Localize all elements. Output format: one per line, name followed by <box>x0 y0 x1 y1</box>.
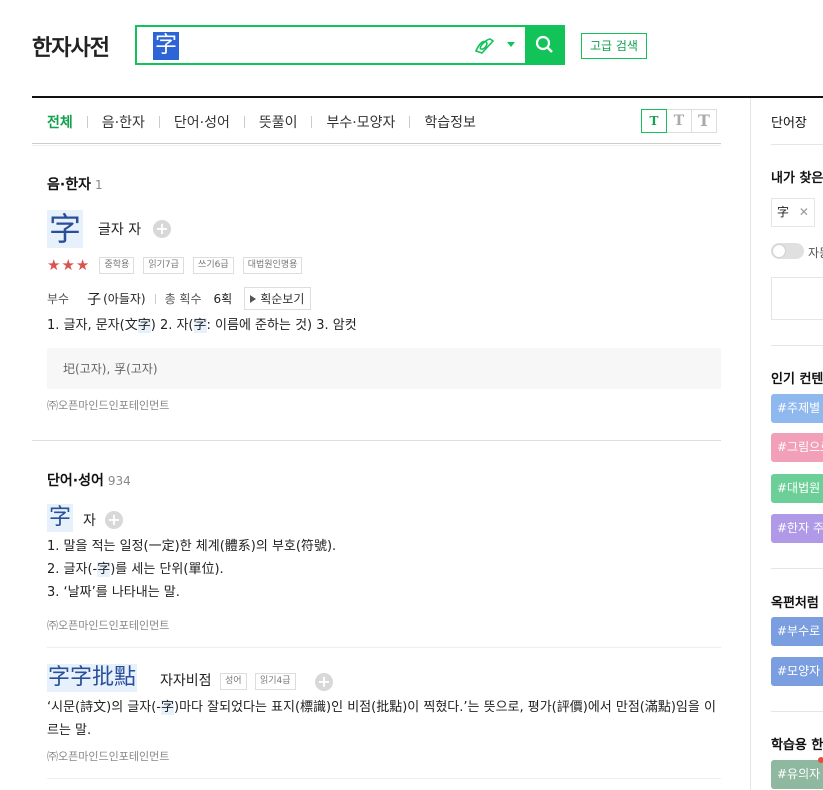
font-size-small-button[interactable]: T <box>641 109 667 133</box>
recent-list-box <box>771 277 823 320</box>
tag-link[interactable]: #한자 주 <box>771 514 823 543</box>
tab-all[interactable]: 전체 <box>47 112 73 132</box>
tab-radical-shape[interactable]: 부수·모양자 <box>326 112 395 132</box>
search-button[interactable] <box>525 25 565 65</box>
tab-sound-hanja[interactable]: 음·한자 <box>102 112 145 132</box>
font-size-medium-button[interactable]: T <box>666 109 692 133</box>
handwriting-icon[interactable] <box>473 36 497 56</box>
add-wordbook-button[interactable]: + <box>315 673 333 691</box>
hanja-meaning: 1. 글자, 문자(文字) 2. 자(字: 이름에 준하는 것) 3. 암컷 <box>47 318 357 333</box>
tag-link[interactable]: #모양자 <box>771 657 823 686</box>
tag-link[interactable]: #유의자 <box>771 760 823 789</box>
word-definition: 1. 말을 적는 일정(一定)한 체계(體系)의 부호(符號). 2. 글자(-… <box>47 539 337 600</box>
section-title-hanja: 음·한자 1 <box>47 177 103 193</box>
idiom-badge: 성어 <box>219 672 247 690</box>
search-box[interactable]: 字 <box>135 25 565 65</box>
radical-row: 부수 子 (아들자) 총 획수 6획 획순보기 <box>47 287 312 310</box>
new-dot <box>818 757 823 763</box>
chevron-down-icon[interactable] <box>507 42 515 47</box>
result-count: 1 <box>94 178 103 192</box>
tag-link[interactable]: #그림으로 <box>771 433 823 462</box>
close-icon[interactable]: ✕ <box>799 205 809 219</box>
font-size-large-button[interactable]: T <box>691 109 717 133</box>
wordbook-link[interactable]: 단어장 <box>771 112 807 131</box>
section-title-words: 단어·성어 934 <box>47 473 131 489</box>
tab-meaning[interactable]: 뜻풀이 <box>259 112 298 132</box>
add-wordbook-button[interactable]: + <box>153 220 171 238</box>
tag-link[interactable]: #주제별 <box>771 394 823 423</box>
copyright: ㈜오픈마인드인포테인먼트 <box>47 619 170 632</box>
play-icon <box>250 294 257 303</box>
advanced-search-button[interactable]: 고급 검색 <box>581 33 647 59</box>
auto-save-label: 자동 <box>808 246 823 260</box>
level-badge: 읽기7급 <box>143 257 184 274</box>
level-badge: 읽기4급 <box>255 672 296 690</box>
recent-title: 내가 찾은 <box>771 171 823 186</box>
tab-bar: 전체 음·한자 단어·성어 뜻풀이 부수·모양자 학습정보 <box>47 112 476 132</box>
tag-link[interactable]: #부수로 <box>771 617 823 646</box>
study-title: 학습용 한 <box>771 738 823 753</box>
add-wordbook-button[interactable]: + <box>105 511 123 529</box>
variant-chars: 𡉏(고자), 孚(고자) <box>47 348 721 389</box>
level-badge: 대법원인명용 <box>242 257 303 274</box>
radical-char[interactable]: 子 <box>87 289 101 309</box>
level-badge: 중학용 <box>99 257 135 274</box>
tab-words-idioms[interactable]: 단어·성어 <box>174 112 230 132</box>
okpyeon-title: 옥편처럼 <box>771 596 819 611</box>
hanja-reading[interactable]: 글자 자 <box>98 219 141 239</box>
popular-title: 인기 컨텐츠 <box>771 372 823 387</box>
word-reading[interactable]: 자 <box>83 510 96 530</box>
hanja-char-link[interactable]: 字 <box>47 210 83 248</box>
recent-chip[interactable]: 字 ✕ <box>771 198 815 227</box>
divider <box>32 96 823 98</box>
tab-study-info[interactable]: 학습정보 <box>424 112 476 132</box>
word-char-link[interactable]: 字 <box>47 504 73 532</box>
rating-stars: ★★★ <box>47 256 91 274</box>
idiom-link[interactable]: 字字批點 <box>47 664 138 692</box>
idiom-definition: ‘시문(詩文)의 글자(-字)마다 잘되었다는 표지(標識)인 비점(批點)이 … <box>47 700 716 738</box>
search-icon <box>535 35 553 53</box>
font-size-toggle: T T T <box>641 109 717 133</box>
result-count: 934 <box>107 474 131 488</box>
search-input[interactable]: 字 <box>153 32 179 60</box>
level-row: ★★★ 중학용 읽기7급 쓰기6급 대법원인명용 <box>47 255 303 274</box>
idiom-row: 자자비점 성어 읽기4급 <box>160 670 296 690</box>
idiom-reading[interactable]: 자자비점 <box>160 673 212 689</box>
copyright: ㈜오픈마인드인포테인먼트 <box>47 399 170 412</box>
stroke-count: 6획 <box>213 292 233 306</box>
copyright: ㈜오픈마인드인포테인먼트 <box>47 750 170 763</box>
level-badge: 쓰기6급 <box>193 257 234 274</box>
logo[interactable]: 한자사전 <box>32 30 110 62</box>
tag-link[interactable]: #대법원 <box>771 474 823 503</box>
stroke-order-button[interactable]: 획순보기 <box>244 287 312 310</box>
divider <box>750 98 751 790</box>
auto-save-toggle[interactable] <box>771 243 804 259</box>
